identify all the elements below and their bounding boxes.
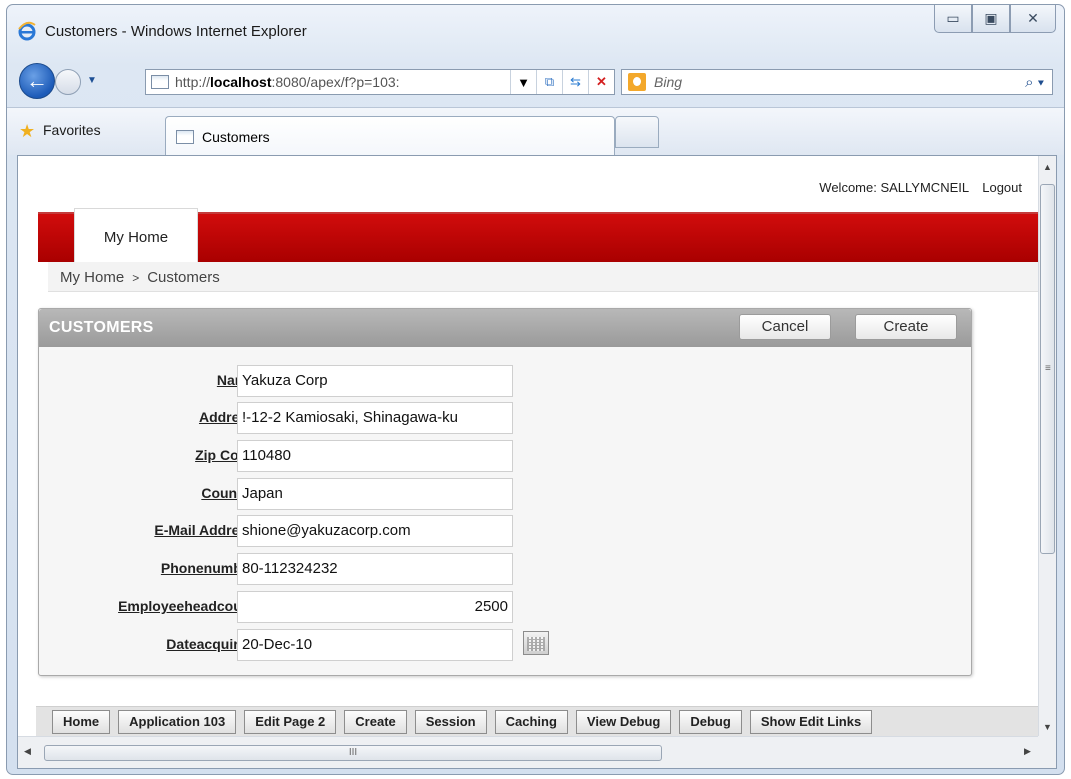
zip-code-field[interactable]: 110480 [237,440,513,472]
recent-pages-dropdown-icon[interactable]: ▼ [87,75,97,86]
breadcrumb-separator: > [132,271,140,285]
dev-edit-page-button[interactable]: Edit Page 2 [244,710,337,734]
dev-create-button[interactable]: Create [344,710,407,734]
close-icon[interactable]: ✕ [1010,5,1056,33]
developer-toolbar: Home Application 103 Edit Page 2 Create … [36,706,1040,736]
search-input[interactable]: Bing [654,74,1025,90]
region-title: CUSTOMERS [49,319,154,336]
dev-application-button[interactable]: Application 103 [118,710,237,734]
scroll-grip-icon: ≡ [1045,363,1051,374]
breadcrumb: My Home > Customers [48,262,1040,292]
title-bar: Customers - Windows Internet Explorer ▭ … [7,5,1064,57]
new-tab-button[interactable] [615,116,659,148]
page-icon [151,75,169,89]
dev-caching-button[interactable]: Caching [494,710,568,734]
page-icon [176,129,194,144]
favorites-button[interactable]: Favorites [43,122,101,138]
bing-logo-icon [628,73,646,91]
navigation-bar: ← ▼ http://localhost:8080/apex/f?p=103: … [7,57,1064,107]
country-field[interactable]: Japan [237,478,513,510]
form-row-zip: Zip Code 110480 [39,440,971,472]
window-controls: ▭ ▣ ✕ [934,5,1056,33]
horizontal-scroll-thumb[interactable]: III [44,745,662,761]
dev-view-debug-button[interactable]: View Debug [575,710,672,734]
scrollbar-corner [1038,736,1056,768]
favorites-star-icon[interactable]: ★ [19,121,35,142]
compatibility-view-icon[interactable]: ⧉ [536,70,562,94]
cancel-button[interactable]: Cancel [739,314,831,340]
address-field[interactable]: !-12-2 Kamiosaki, Shinagawa-ku [237,402,513,434]
name-field[interactable]: Yakuza Corp [237,365,513,397]
dev-debug-button[interactable]: Debug [679,710,742,734]
phonenumber-field[interactable]: 80-112324232 [237,553,513,585]
dev-show-edit-links-button[interactable]: Show Edit Links [749,710,873,734]
tab-my-home[interactable]: My Home [74,208,198,262]
scroll-up-arrow-icon[interactable]: ▲ [1043,162,1052,172]
forward-arrow-icon[interactable] [55,69,81,95]
back-arrow-icon[interactable]: ← [19,63,55,99]
search-box[interactable]: Bing ⌕ ▾ [621,69,1053,95]
ie-logo-icon [18,21,36,41]
address-bar[interactable]: http://localhost:8080/apex/f?p=103: ▼ ⧉ … [145,69,615,95]
form-row-country: Country Japan [39,478,971,510]
scroll-down-arrow-icon[interactable]: ▼ [1043,722,1052,732]
employeeheadcount-label: Employeeheadcount [118,598,255,614]
minimize-icon[interactable]: ▭ [934,5,972,33]
email-field[interactable]: shione@yakuzacorp.com [237,515,513,547]
address-url[interactable]: http://localhost:8080/apex/f?p=103: [175,74,510,90]
page-viewport: Welcome: SALLYMCNEIL Logout My Home My H… [17,155,1057,769]
dateacquired-field[interactable]: 20-Dec-10 [237,629,513,661]
browser-window: Customers - Windows Internet Explorer ▭ … [6,4,1065,775]
maximize-icon[interactable]: ▣ [972,5,1010,33]
stop-icon[interactable]: ✕ [588,70,614,94]
calendar-icon[interactable] [523,631,549,655]
vertical-scroll-thumb[interactable]: ≡ [1040,184,1055,554]
window-title: Customers - Windows Internet Explorer [45,23,307,40]
breadcrumb-home[interactable]: My Home [60,269,124,286]
form-row-date: Dateacquired 20-Dec-10 [39,629,971,661]
horizontal-scrollbar[interactable]: ◀ III ▶ [18,736,1040,768]
form-row-address: Address !-12-2 Kamiosaki, Shinagawa-ku [39,402,971,434]
scroll-left-arrow-icon[interactable]: ◀ [24,746,31,757]
form-row-name: Name Yakuza Corp [39,365,971,397]
employeeheadcount-field[interactable]: 2500 [237,591,513,623]
logout-link[interactable]: Logout [982,180,1022,195]
refresh-icon[interactable]: ⇆ [562,70,588,94]
welcome-text: Welcome: SALLYMCNEIL [819,180,969,195]
customers-region: CUSTOMERS Cancel Create Name Yakuza Corp… [38,308,972,676]
search-icon[interactable]: ⌕ ▾ [1025,74,1044,91]
create-button[interactable]: Create [855,314,957,340]
form-row-email: E-Mail Address shione@yakuzacorp.com [39,515,971,547]
breadcrumb-current: Customers [147,269,220,286]
address-dropdown-icon[interactable]: ▼ [510,70,536,94]
welcome-area: Welcome: SALLYMCNEIL Logout [819,180,1022,195]
dev-session-button[interactable]: Session [414,710,487,734]
tab-label: Customers [202,128,270,145]
region-header: CUSTOMERS Cancel Create [39,309,971,347]
dev-home-button[interactable]: Home [52,710,111,734]
scroll-right-arrow-icon[interactable]: ▶ [1024,746,1031,757]
form-row-headcount: Employeeheadcount 2500 [39,591,971,623]
form-row-phone: Phonenumber 80-112324232 [39,553,971,585]
favorites-bar: ★ Favorites Customers [7,107,1064,156]
vertical-scrollbar[interactable]: ▲ ≡ ▼ [1038,156,1056,738]
tab-customers[interactable]: Customers [165,116,615,156]
